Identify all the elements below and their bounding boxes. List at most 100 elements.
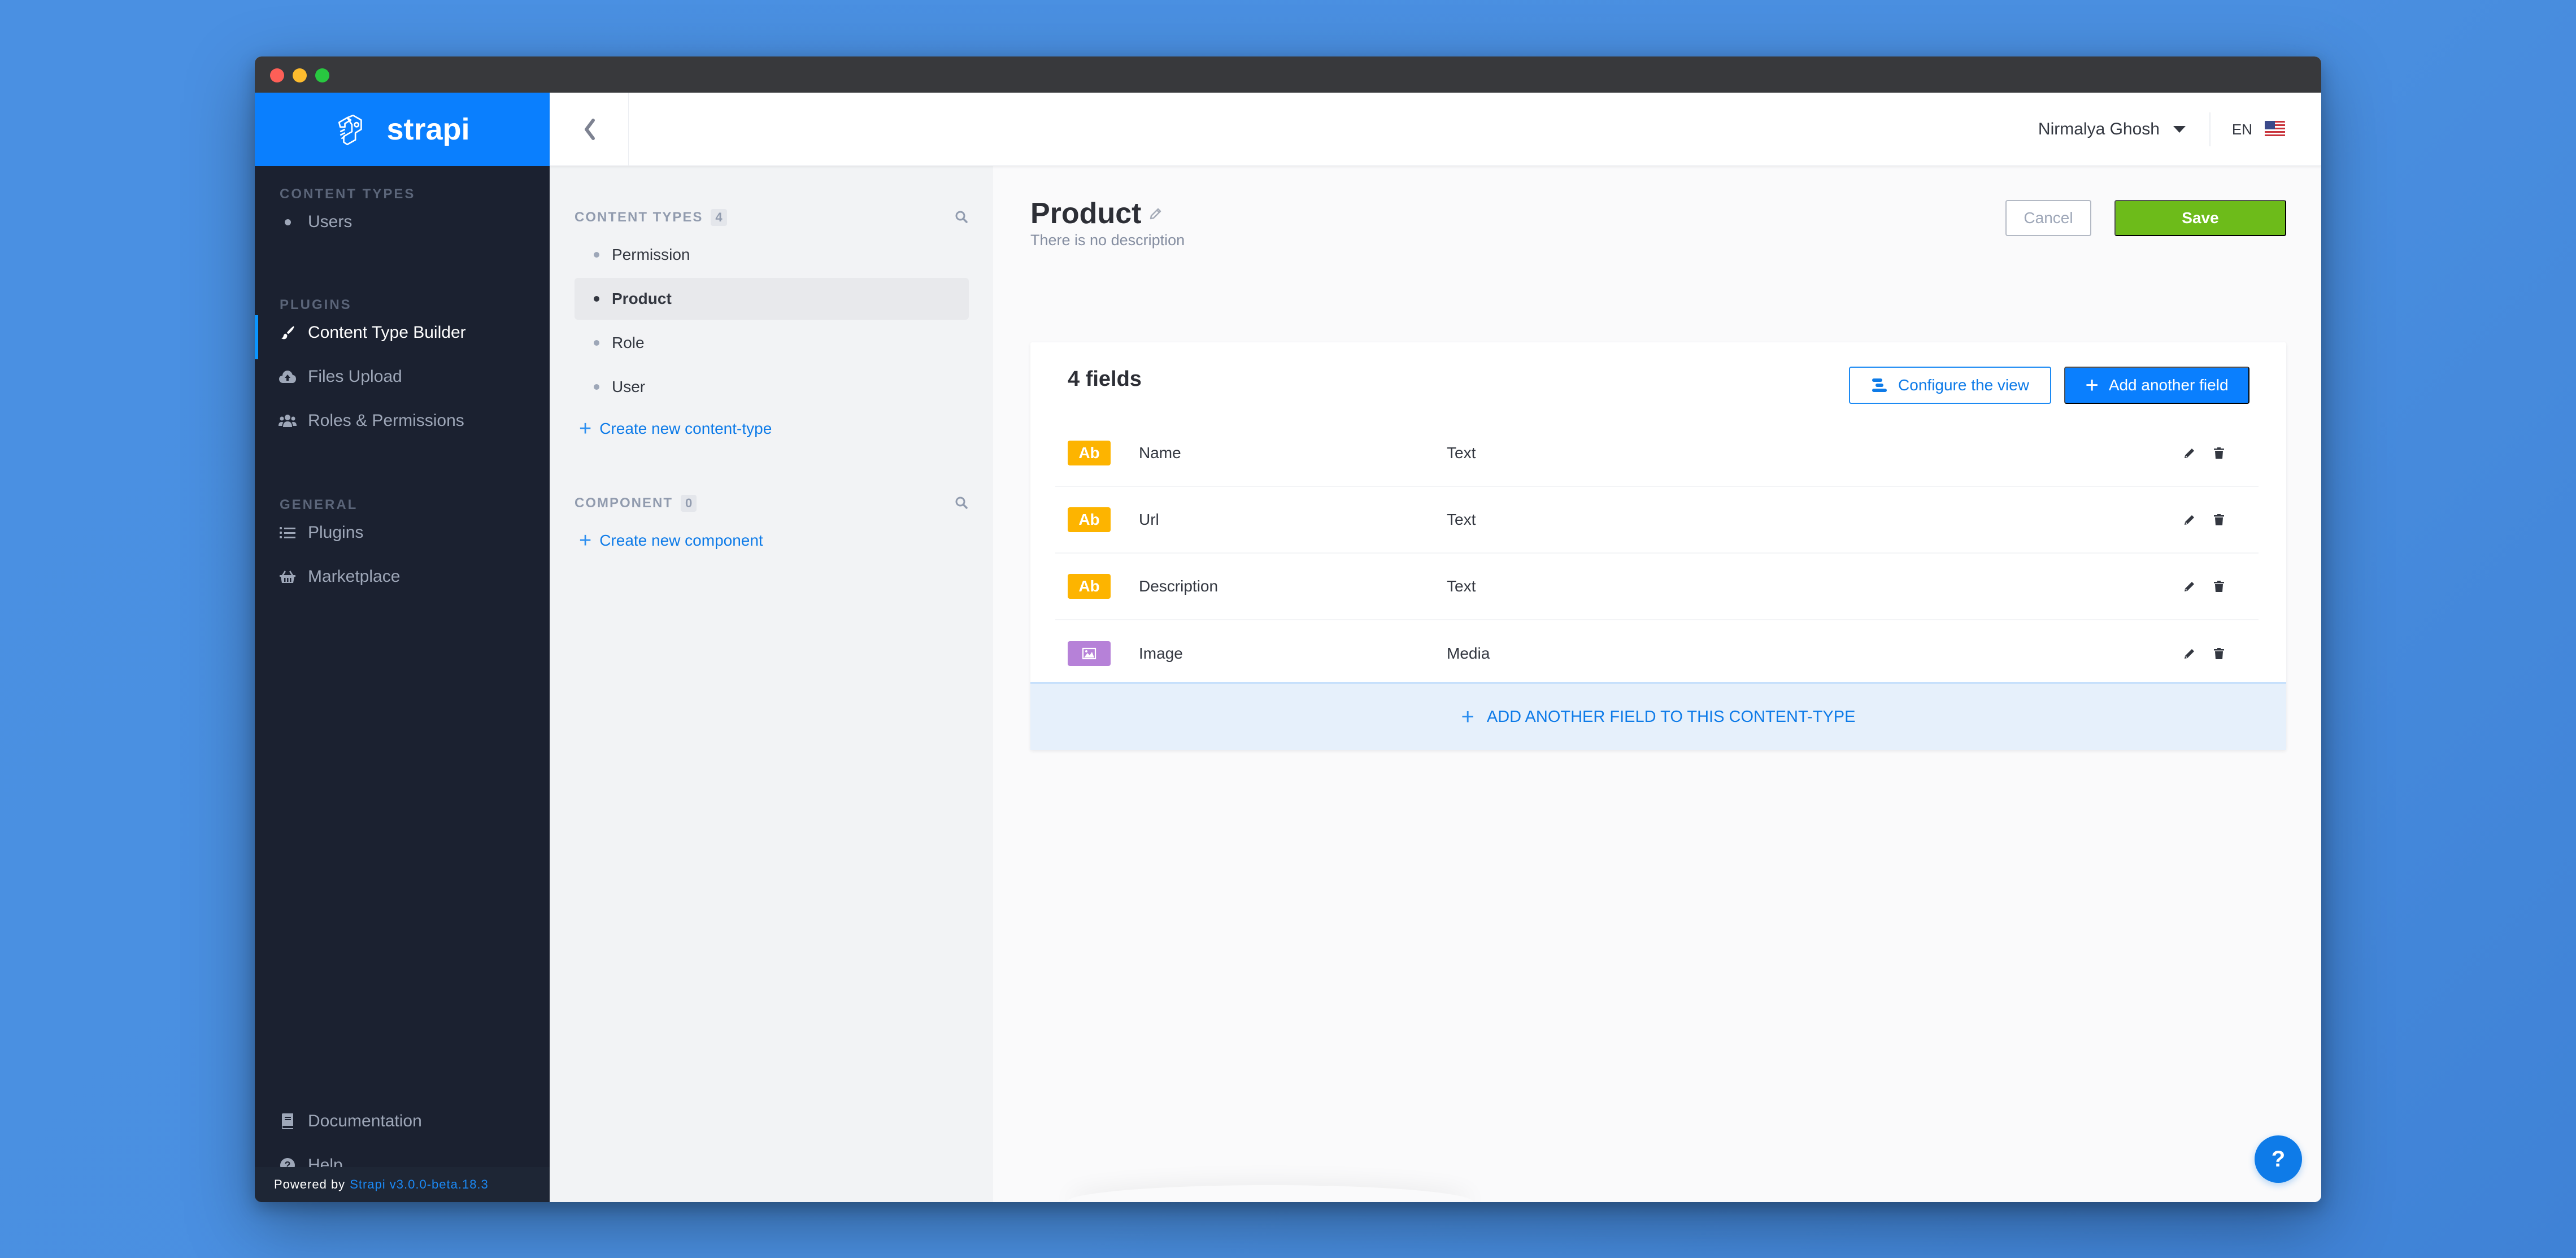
sidebar-item-label: Files Upload bbox=[308, 367, 402, 386]
components-title: COMPONENT bbox=[575, 495, 673, 511]
trash-icon bbox=[2214, 447, 2224, 459]
delete-field-button[interactable] bbox=[2212, 647, 2226, 660]
save-button[interactable]: Save bbox=[2114, 200, 2286, 236]
plus-icon: + bbox=[579, 417, 592, 441]
bullet-icon bbox=[594, 384, 599, 390]
window-maximize-button[interactable] bbox=[315, 68, 329, 82]
pencil-icon bbox=[2185, 449, 2194, 458]
window-titlebar bbox=[255, 56, 2321, 93]
search-content-types-button[interactable] bbox=[955, 210, 968, 227]
brand-name: strapi bbox=[386, 112, 470, 146]
media-type-badge bbox=[1068, 641, 1111, 666]
language-selector[interactable]: EN bbox=[2232, 93, 2285, 166]
field-row-name[interactable]: Ab Name Text bbox=[1055, 420, 2259, 487]
sidebar-section-content-types: CONTENT TYPES bbox=[280, 186, 416, 202]
components-heading: COMPONENT 0 bbox=[575, 495, 697, 512]
paint-brush-icon bbox=[277, 325, 298, 341]
content-type-item-permission[interactable]: Permission bbox=[575, 234, 969, 276]
field-name: Url bbox=[1139, 511, 1159, 528]
content-type-item-user[interactable]: User bbox=[575, 366, 969, 408]
sidebar-item-label: Users bbox=[308, 212, 353, 231]
pencil-icon bbox=[2185, 649, 2194, 659]
sidebar-item-label: Roles & Permissions bbox=[308, 411, 464, 430]
list-icon bbox=[277, 526, 298, 539]
field-row-url[interactable]: Ab Url Text bbox=[1055, 487, 2259, 554]
brand-header[interactable]: strapi bbox=[255, 93, 550, 166]
trash-icon bbox=[2214, 648, 2224, 659]
pencil-icon bbox=[2185, 582, 2194, 591]
image-icon bbox=[1082, 647, 1096, 660]
cloud-upload-icon bbox=[277, 369, 298, 385]
field-row-image[interactable]: Image Media bbox=[1055, 620, 2259, 687]
help-button[interactable]: ? bbox=[2255, 1135, 2302, 1183]
edit-field-button[interactable] bbox=[2183, 647, 2196, 660]
sidebar-item-plugins[interactable]: Plugins bbox=[255, 513, 550, 552]
create-content-type-link[interactable]: + Create new content-type bbox=[579, 418, 772, 439]
delete-field-button[interactable] bbox=[2212, 446, 2226, 460]
content-type-item-product[interactable]: Product bbox=[575, 278, 969, 320]
field-type: Text bbox=[1447, 511, 1476, 528]
book-icon bbox=[277, 1113, 298, 1129]
sidebar-item-roles-permissions[interactable]: Roles & Permissions bbox=[255, 401, 550, 441]
strapi-logo-icon bbox=[338, 114, 363, 146]
header-divider bbox=[2209, 112, 2211, 146]
content-type-label: Role bbox=[612, 334, 645, 351]
fields-count-title: 4 fields bbox=[1068, 367, 1142, 391]
page-title: Product bbox=[1030, 197, 1163, 230]
sidebar-section-plugins: PLUGINS bbox=[280, 297, 352, 312]
sidebar-item-label: Marketplace bbox=[308, 567, 401, 586]
sidebar-item-files-upload[interactable]: Files Upload bbox=[255, 357, 550, 397]
edit-field-button[interactable] bbox=[2183, 580, 2196, 593]
window-close-button[interactable] bbox=[270, 68, 284, 82]
add-field-to-content-type-button[interactable]: + ADD ANOTHER FIELD TO THIS CONTENT-TYPE bbox=[1030, 682, 2286, 750]
content-types-title: CONTENT TYPES bbox=[575, 210, 703, 225]
language-code: EN bbox=[2231, 120, 2252, 138]
bullet-icon bbox=[594, 252, 599, 258]
cancel-button[interactable]: Cancel bbox=[2005, 200, 2091, 236]
edit-field-button[interactable] bbox=[2183, 446, 2196, 460]
content-type-item-role[interactable]: Role bbox=[575, 322, 969, 364]
user-menu-dropdown[interactable]: Nirmalya Ghosh bbox=[2038, 93, 2186, 166]
field-row-description[interactable]: Ab Description Text bbox=[1055, 554, 2259, 620]
sidebar-footer: Powered by Strapi v3.0.0-beta.18.3 bbox=[255, 1167, 550, 1202]
content-type-name: Product bbox=[1030, 197, 1142, 230]
main-content: Product There is no description Cancel S… bbox=[993, 166, 2321, 1202]
create-content-type-label: Create new content-type bbox=[599, 420, 772, 437]
strapi-version-link[interactable]: Strapi v3.0.0-beta.18.3 bbox=[350, 1177, 489, 1192]
trash-icon bbox=[2214, 514, 2224, 525]
left-sidebar: strapi CONTENT TYPES Users PLUGINS Conte… bbox=[255, 93, 550, 1202]
pencil-icon bbox=[2185, 515, 2194, 525]
bullet-icon bbox=[594, 296, 599, 302]
trash-icon bbox=[2214, 581, 2224, 592]
components-count: 0 bbox=[681, 495, 697, 512]
bullet-icon bbox=[277, 219, 298, 225]
powered-by-label: Powered by bbox=[274, 1177, 346, 1191]
sidebar-item-users[interactable]: Users bbox=[255, 202, 550, 242]
question-icon: ? bbox=[2271, 1146, 2286, 1172]
sidebar-item-marketplace[interactable]: Marketplace bbox=[255, 557, 550, 597]
users-icon bbox=[277, 413, 298, 428]
sidebar-item-documentation[interactable]: Documentation bbox=[255, 1102, 550, 1141]
field-name: Description bbox=[1139, 577, 1219, 595]
basket-icon bbox=[277, 569, 298, 584]
content-types-panel: CONTENT TYPES 4 Permission Product Role … bbox=[550, 166, 993, 1202]
sidebar-item-content-type-builder[interactable]: Content Type Builder bbox=[255, 313, 550, 359]
edit-title-icon[interactable] bbox=[1149, 207, 1163, 220]
window-minimize-button[interactable] bbox=[293, 68, 307, 82]
add-another-field-button[interactable]: + Add another field bbox=[2064, 367, 2249, 404]
edit-field-button[interactable] bbox=[2183, 513, 2196, 526]
delete-field-button[interactable] bbox=[2212, 580, 2226, 593]
field-name: Name bbox=[1139, 444, 1181, 462]
configure-view-button[interactable]: Configure the view bbox=[1849, 367, 2051, 404]
delete-field-button[interactable] bbox=[2212, 513, 2226, 526]
plus-icon: + bbox=[1461, 704, 1474, 729]
field-name: Image bbox=[1139, 645, 1183, 662]
create-component-link[interactable]: + Create new component bbox=[579, 530, 763, 551]
search-components-button[interactable] bbox=[955, 496, 968, 512]
back-button[interactable] bbox=[550, 93, 629, 166]
field-type: Text bbox=[1447, 444, 1476, 462]
add-field-footer-label: ADD ANOTHER FIELD TO THIS CONTENT-TYPE bbox=[1486, 707, 1856, 726]
us-flag-icon bbox=[2265, 121, 2285, 138]
field-type: Media bbox=[1447, 645, 1490, 662]
plus-icon: + bbox=[579, 529, 592, 552]
